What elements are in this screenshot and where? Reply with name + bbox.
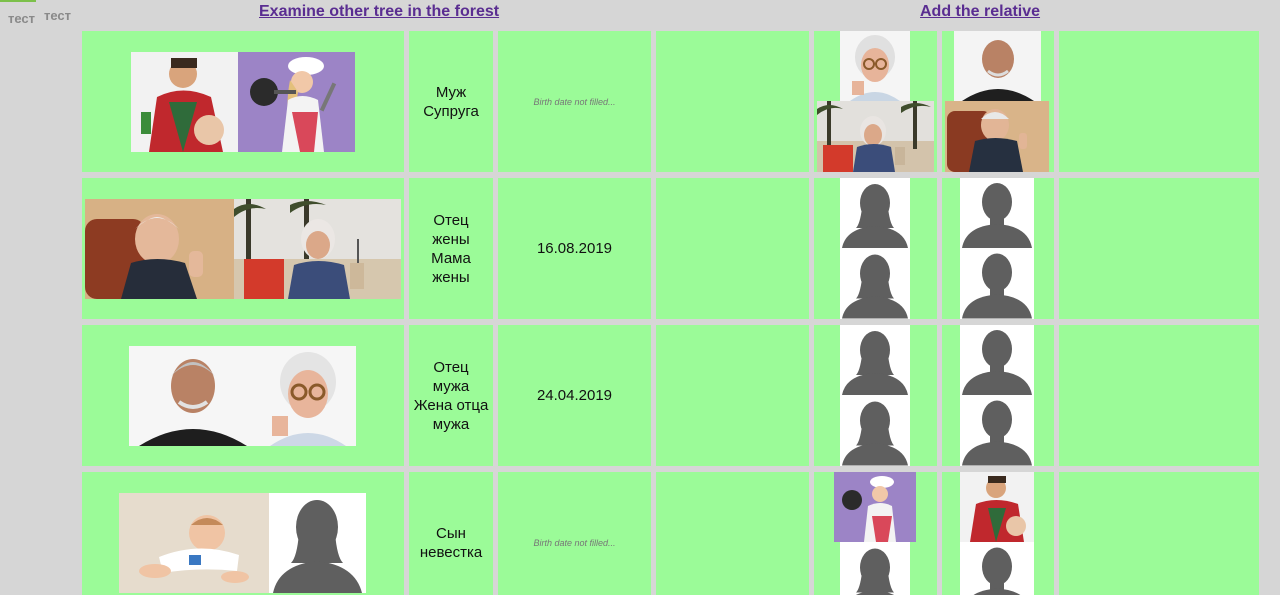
husband-father-photo[interactable] xyxy=(129,346,256,446)
female-silhouette-icon[interactable] xyxy=(269,493,366,593)
husband-mother-photo[interactable] xyxy=(256,346,356,446)
role-label: жены xyxy=(432,268,470,286)
parents-placeholder-cell xyxy=(942,325,1054,466)
family-table: Муж Супруга Birth date not filled... Оте… xyxy=(82,31,1259,595)
female-silhouette-icon[interactable] xyxy=(840,542,910,595)
empty-cell xyxy=(1059,325,1259,466)
birth-date-placeholder: Birth date not filled... xyxy=(533,537,616,548)
parents-placeholder-cell xyxy=(814,325,937,466)
son-photo[interactable] xyxy=(119,493,269,593)
birth-date-cell[interactable]: Birth date not filled... xyxy=(498,472,651,595)
male-silhouette-icon[interactable] xyxy=(960,325,1034,395)
family-tree-page: тест тест Examine other tree in the fore… xyxy=(0,0,1280,595)
role-cell: Сын невестка xyxy=(409,472,493,595)
empty-cell xyxy=(656,31,809,172)
role-label: невестка xyxy=(419,543,483,561)
birth-date-value: 24.04.2019 xyxy=(536,387,613,404)
role-label: Супруга xyxy=(423,102,479,120)
male-silhouette-icon[interactable] xyxy=(960,395,1034,466)
role-cell: Муж Супруга xyxy=(409,31,493,172)
couple-photos-cell xyxy=(82,472,404,595)
role-label: мужа xyxy=(432,415,470,433)
couple-photos-cell xyxy=(82,178,404,319)
empty-cell xyxy=(656,178,809,319)
examine-other-tree-link[interactable]: Examine other tree in the forest xyxy=(259,3,499,21)
birth-date-cell[interactable]: 16.08.2019 xyxy=(498,178,651,319)
female-silhouette-icon[interactable] xyxy=(840,395,910,466)
role-label: Мама xyxy=(431,249,471,267)
husband-parents-cell xyxy=(942,31,1054,172)
empty-cell xyxy=(1059,472,1259,595)
grandfather-chair-photo[interactable] xyxy=(945,101,1049,172)
parents-cell xyxy=(942,472,1054,595)
male-silhouette-icon[interactable] xyxy=(960,178,1034,248)
couple-photos-cell xyxy=(82,31,404,172)
empty-cell xyxy=(656,472,809,595)
parents-cell xyxy=(814,472,937,595)
male-silhouette-icon[interactable] xyxy=(960,248,1034,319)
female-silhouette-icon[interactable] xyxy=(840,325,910,395)
husband-photo[interactable] xyxy=(131,52,238,152)
role-label: Сын xyxy=(436,524,466,542)
grandmother-beach-photo[interactable] xyxy=(817,101,934,172)
grandfather-photo[interactable] xyxy=(954,31,1041,101)
grandmother-photo[interactable] xyxy=(840,31,910,101)
wife-mother-photo[interactable] xyxy=(234,199,401,299)
birth-date-value: 16.08.2019 xyxy=(536,240,613,257)
role-label: Отец xyxy=(433,211,469,229)
tab-test-2[interactable]: тест xyxy=(36,0,71,28)
empty-cell xyxy=(1059,178,1259,319)
add-relative-link[interactable]: Add the relative xyxy=(920,3,1040,21)
role-cell: Отец жены Мама жены xyxy=(409,178,493,319)
role-label: жены xyxy=(432,230,470,248)
birth-date-cell[interactable]: Birth date not filled... xyxy=(498,31,651,172)
parents-placeholder-cell xyxy=(814,178,937,319)
empty-cell xyxy=(1059,31,1259,172)
wife-father-photo[interactable] xyxy=(85,199,234,299)
role-label: мужа xyxy=(432,377,470,395)
birth-date-placeholder: Birth date not filled... xyxy=(533,96,616,107)
wife-parents-cell xyxy=(814,31,937,172)
father-photo[interactable] xyxy=(960,472,1034,542)
role-cell: Отец мужа Жена отца мужа xyxy=(409,325,493,466)
couple-photos-cell xyxy=(82,325,404,466)
wife-photo[interactable] xyxy=(238,52,355,152)
role-label: Муж xyxy=(435,83,467,101)
male-silhouette-icon[interactable] xyxy=(960,542,1034,595)
birth-date-cell[interactable]: 24.04.2019 xyxy=(498,325,651,466)
role-label: Отец xyxy=(433,358,469,376)
mother-cook-photo[interactable] xyxy=(834,472,916,542)
female-silhouette-icon[interactable] xyxy=(840,178,910,248)
female-silhouette-icon[interactable] xyxy=(840,248,910,319)
parents-placeholder-cell xyxy=(942,178,1054,319)
role-label: Жена отца xyxy=(413,396,489,414)
tab-test-1[interactable]: тест xyxy=(0,0,36,28)
empty-cell xyxy=(656,325,809,466)
